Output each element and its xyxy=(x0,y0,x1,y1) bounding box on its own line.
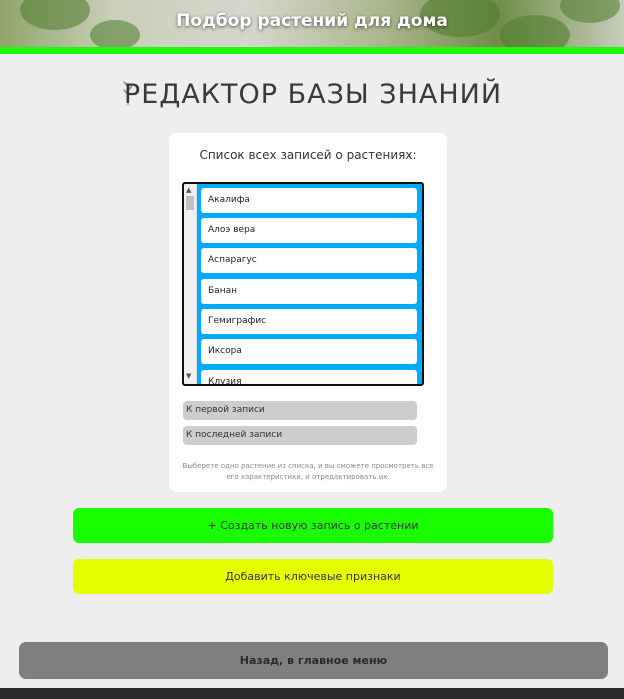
list-item[interactable]: Иксора xyxy=(201,339,417,364)
list-item[interactable]: Банан xyxy=(201,279,417,304)
back-to-main-menu-button[interactable]: Назад, в главное меню xyxy=(19,642,608,679)
add-key-features-button[interactable]: Добавить ключевые признаки xyxy=(73,559,553,594)
list-scrollbar[interactable]: ▲ ▼ xyxy=(184,184,197,384)
list-item[interactable]: Акалифа xyxy=(201,188,417,213)
scroll-down-arrow-icon[interactable]: ▼ xyxy=(186,372,191,380)
scroll-up-arrow-icon[interactable]: ▲ xyxy=(186,186,191,194)
create-record-button[interactable]: + Создать новую запись о растении xyxy=(73,508,553,543)
last-record-button[interactable]: К последней записи xyxy=(183,426,417,445)
scrollbar-thumb[interactable] xyxy=(186,196,194,210)
list-item[interactable]: Алоэ вера xyxy=(201,218,417,243)
selection-hint: Выберете одно растение из списка, и вы с… xyxy=(182,462,434,481)
records-list-heading: Список всех записей о растениях: xyxy=(199,148,417,162)
records-card: Список всех записей о растениях: ▲ ▼ Ака… xyxy=(169,133,447,492)
header-banner: Подбор растений для дома xyxy=(0,0,624,47)
first-record-button[interactable]: К первой записи xyxy=(183,401,417,420)
list-item[interactable]: Гемиграфис xyxy=(201,309,417,334)
page-title: РЕДАКТОР БАЗЫ ЗНАНИЙ xyxy=(0,79,624,110)
page-title-text: РЕДАКТОР БАЗЫ ЗНАНИЙ xyxy=(123,79,503,110)
header-title: Подбор растений для дома xyxy=(176,11,448,31)
header-accent-strip xyxy=(0,47,624,54)
list-item[interactable]: Клузия xyxy=(201,370,417,384)
list-item[interactable]: Аспарагус xyxy=(201,248,417,273)
footer-bar xyxy=(0,688,624,699)
plant-records-listbox[interactable]: ▲ ▼ Акалифа Алоэ вера Аспарагус Банан Ге… xyxy=(182,182,424,386)
